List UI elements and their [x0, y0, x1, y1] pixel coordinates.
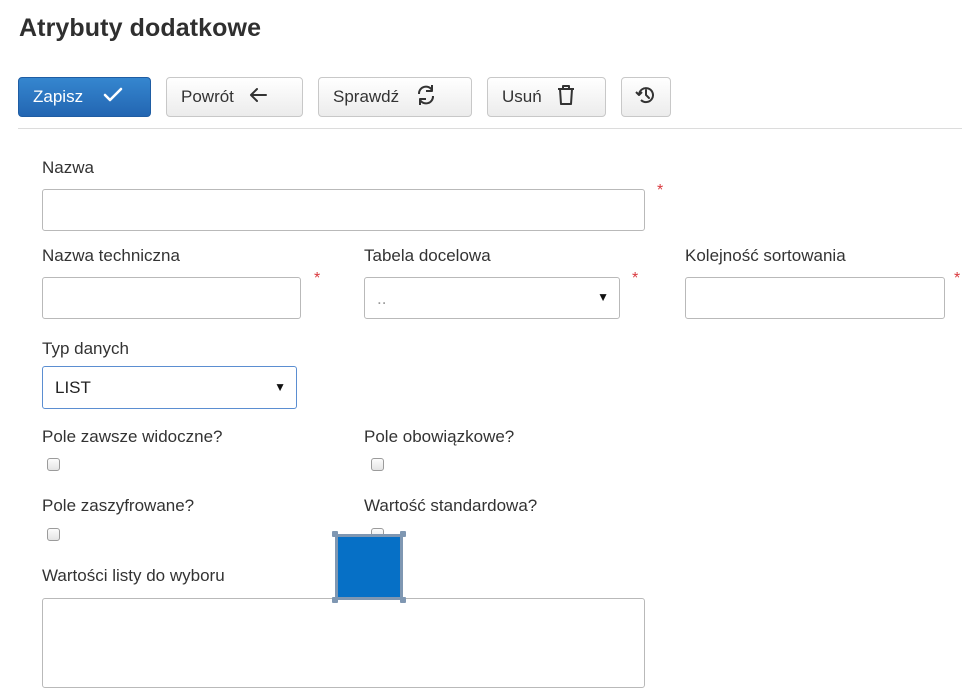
technical-name-required-marker: *	[314, 270, 321, 287]
resize-handle-top-left[interactable]	[332, 531, 338, 537]
technical-name-input[interactable]	[42, 277, 301, 319]
resize-handle-bottom-right[interactable]	[400, 597, 406, 603]
name-required-marker: *	[657, 182, 664, 199]
checkmark-icon	[103, 87, 123, 108]
target-table-select[interactable]: .. ▼	[364, 277, 620, 319]
back-button[interactable]: Powrót	[166, 77, 303, 117]
page-title: Atrybuty dodatkowe	[19, 14, 262, 42]
default-value-label: Wartość standardowa?	[364, 496, 538, 515]
encrypted-checkbox[interactable]	[47, 528, 60, 541]
target-table-label: Tabela docelowa	[364, 246, 491, 265]
chevron-down-icon: ▼	[274, 380, 286, 394]
back-button-label: Powrót	[181, 87, 234, 106]
mandatory-checkbox[interactable]	[371, 458, 384, 471]
always-visible-label: Pole zawsze widoczne?	[42, 427, 223, 446]
refresh-icon	[415, 84, 437, 111]
delete-button-label: Usuń	[502, 87, 542, 106]
chevron-down-icon: ▼	[597, 290, 609, 304]
check-button[interactable]: Sprawdź	[318, 77, 472, 117]
resize-handle-bottom-left[interactable]	[332, 597, 338, 603]
always-visible-checkbox[interactable]	[47, 458, 60, 471]
encrypted-label: Pole zaszyfrowane?	[42, 496, 195, 515]
sort-order-required-marker: *	[954, 270, 961, 287]
sort-order-input[interactable]	[685, 277, 945, 319]
check-button-label: Sprawdź	[333, 87, 400, 106]
save-button[interactable]: Zapisz	[18, 77, 151, 117]
name-input[interactable]	[42, 189, 645, 231]
list-values-label: Wartości listy do wyboru	[42, 566, 225, 585]
history-icon	[635, 84, 657, 111]
save-button-label: Zapisz	[33, 87, 84, 106]
data-type-select[interactable]: LIST ▼	[42, 366, 297, 409]
delete-button[interactable]: Usuń	[487, 77, 606, 117]
drag-selection-overlay[interactable]	[332, 531, 406, 603]
sort-order-label: Kolejność sortowania	[685, 246, 846, 265]
technical-name-label: Nazwa techniczna	[42, 246, 180, 265]
arrow-left-icon	[248, 87, 268, 108]
name-label: Nazwa	[42, 158, 94, 177]
target-table-required-marker: *	[632, 270, 639, 287]
mandatory-label: Pole obowiązkowe?	[364, 427, 515, 446]
data-type-label: Typ danych	[42, 339, 129, 358]
data-type-value: LIST	[55, 378, 91, 397]
target-table-value: ..	[377, 289, 387, 308]
toolbar-divider	[18, 128, 962, 129]
resize-handle-top-right[interactable]	[400, 531, 406, 537]
history-button[interactable]	[621, 77, 671, 117]
trash-icon	[556, 84, 576, 111]
